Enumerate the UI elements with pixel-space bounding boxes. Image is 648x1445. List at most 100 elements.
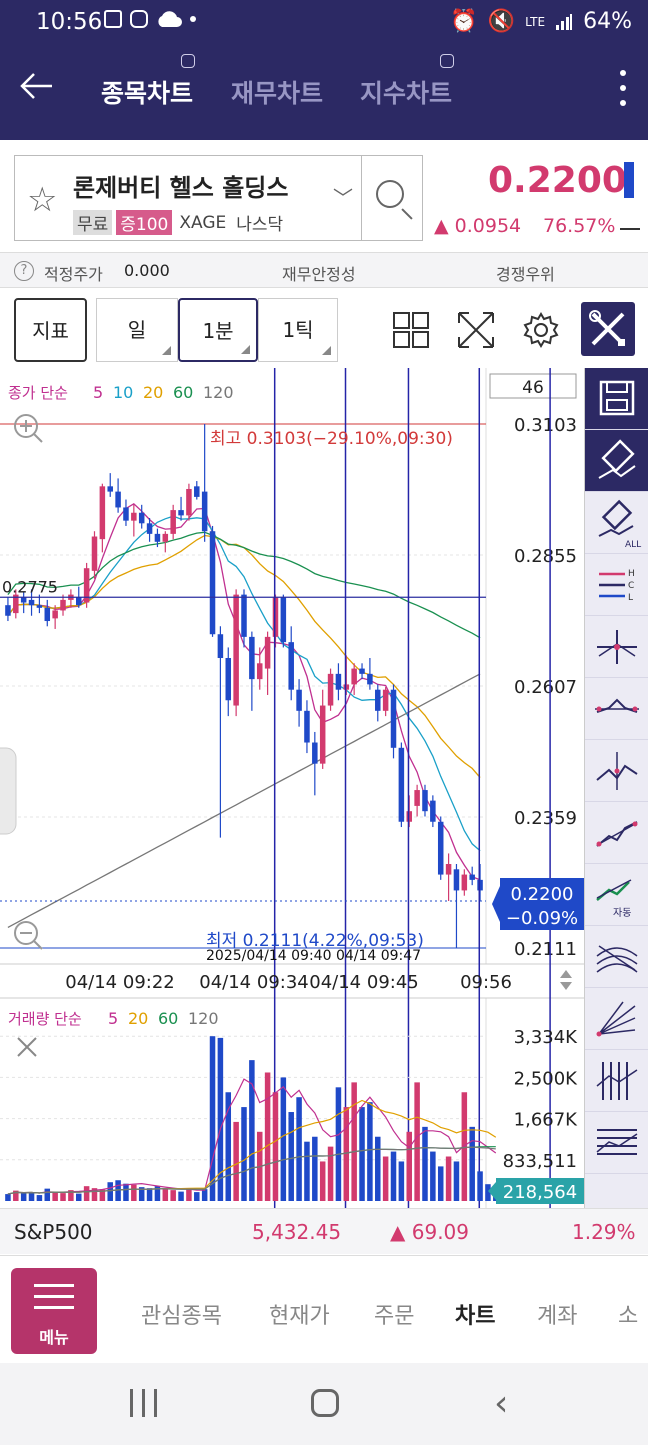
- tools-button[interactable]: [581, 302, 635, 356]
- indicator-button[interactable]: 지표: [14, 298, 87, 362]
- volume-bar: [296, 1097, 302, 1201]
- crosshair-tool-button[interactable]: [585, 616, 648, 678]
- tab-financial-chart[interactable]: 재무차트: [231, 74, 323, 110]
- candle-body: [170, 510, 176, 534]
- volume-bar: [249, 1060, 255, 1201]
- competitive-advantage-link[interactable]: 경쟁우위: [496, 261, 555, 285]
- x-axis-label: 04/14 09:22: [65, 972, 174, 993]
- recent-apps-icon[interactable]: [130, 1389, 157, 1417]
- volume-bar: [335, 1087, 342, 1201]
- price-legend-ma-10: 10: [113, 383, 133, 402]
- volume-bar: [398, 1161, 405, 1201]
- candle-body: [367, 673, 373, 685]
- bottom-navigation: 메뉴 관심종목 현재가 주문 차트 계좌 소: [0, 1255, 648, 1363]
- volume-bar: [107, 1182, 113, 1201]
- svg-text:C: C: [628, 581, 634, 591]
- search-button[interactable]: [361, 156, 423, 240]
- nav-more[interactable]: 소: [618, 1298, 638, 1330]
- status-time: 10:56: [36, 9, 103, 35]
- mute-icon: 🔇: [487, 9, 516, 34]
- overlapping-date-labels: 2025/04/14 09:40 04/14 09:47: [206, 948, 421, 964]
- count-box-value: 46: [522, 378, 544, 398]
- tab-index-chart[interactable]: 지수차트: [360, 54, 455, 110]
- search-icon: [376, 180, 404, 208]
- volume-bar: [20, 1193, 27, 1201]
- candle-body: [91, 536, 98, 571]
- vertical-line-icon: [596, 752, 638, 790]
- volume-bar: [343, 1107, 350, 1201]
- vertical-grid-tool-button[interactable]: [585, 1050, 648, 1112]
- candle-body: [398, 747, 405, 822]
- system-back-icon[interactable]: ‹: [494, 1383, 508, 1424]
- price-axis-tick: 0.2855: [514, 546, 577, 567]
- candle-body: [201, 491, 208, 532]
- candle-body: [453, 869, 460, 891]
- system-icons: ⏰ 🔇 LTE 64%: [450, 9, 632, 34]
- volume-legend-ma-60: 60: [158, 1009, 178, 1028]
- vertical-line-tool-button[interactable]: [585, 740, 648, 802]
- current-change-label: −0.09%: [506, 908, 578, 929]
- back-arrow-icon[interactable]: [16, 66, 56, 106]
- favorite-star-icon[interactable]: ☆: [27, 180, 57, 220]
- volume-bar: [194, 1192, 200, 1201]
- index-change: ▲ 69.09: [390, 1220, 470, 1244]
- hcl-line-tool-button[interactable]: HCL: [585, 554, 648, 616]
- candle-body: [131, 512, 137, 521]
- menu-button[interactable]: 메뉴: [11, 1268, 97, 1354]
- drawing-tools-panel: ALL HCL 자동: [584, 368, 648, 1208]
- nav-current-price[interactable]: 현재가: [269, 1298, 330, 1330]
- nav-account[interactable]: 계좌: [537, 1298, 577, 1330]
- info-row: ? 적정주가 0.000 재무안정성 경쟁우위: [0, 252, 648, 288]
- trendline-tool-button[interactable]: [585, 802, 648, 864]
- candle-body: [241, 594, 247, 637]
- volume-bar: [367, 1102, 373, 1201]
- candle-body: [256, 663, 263, 680]
- corner-triangle-icon: [241, 345, 250, 354]
- candle-body: [36, 605, 43, 608]
- chart-area[interactable]: 0.3103 0.2855 0.2607 0.2359 0.2111 46 종가 단순 5 10…: [0, 368, 584, 1208]
- eraser-tool-button[interactable]: [585, 430, 648, 492]
- svg-text:ALL: ALL: [625, 540, 641, 550]
- eraser-all-tool-button[interactable]: ALL: [585, 492, 648, 554]
- horizontal-grid-tool-button[interactable]: [585, 1112, 648, 1174]
- help-icon[interactable]: ?: [14, 261, 34, 281]
- period-tick-button[interactable]: 1틱: [258, 298, 338, 362]
- grid-layout-icon[interactable]: [391, 310, 431, 350]
- fan-tool-button[interactable]: [585, 988, 648, 1050]
- tab-stock-chart[interactable]: 종목차트: [101, 54, 196, 110]
- candle-body: [390, 689, 397, 748]
- nav-chart[interactable]: 차트: [455, 1298, 495, 1330]
- gallery-icon: [104, 10, 122, 28]
- volume-axis-tick: 2,500K: [514, 1068, 579, 1089]
- more-options-icon[interactable]: [620, 70, 626, 106]
- candle-body: [351, 668, 357, 685]
- period-minute-button[interactable]: 1분: [178, 298, 258, 362]
- volume-bar: [422, 1126, 428, 1201]
- save-tool-button[interactable]: [585, 368, 648, 430]
- candle-body: [375, 689, 381, 711]
- horizontal-line-tool-button[interactable]: [585, 678, 648, 740]
- financial-stability-link[interactable]: 재무안정성: [282, 261, 356, 285]
- candle-body: [107, 486, 113, 492]
- stock-selector[interactable]: ☆ 론제버티 헬스 홀딩스 ﹀ 무료 증100 XAGE 나스닥: [14, 155, 423, 241]
- period-day-button[interactable]: 일: [96, 298, 178, 362]
- price-volume-chart[interactable]: 0.3103 0.2855 0.2607 0.2359 0.2111 46 종가 단순 5 10…: [0, 368, 584, 1208]
- index-ticker-row[interactable]: S&P500 5,432.45 ▲ 69.09 1.29%: [0, 1208, 648, 1254]
- arc-tool-button[interactable]: [585, 926, 648, 988]
- candle-body: [186, 488, 192, 516]
- nav-order[interactable]: 주문: [374, 1298, 414, 1330]
- volume-bar: [469, 1126, 475, 1201]
- auto-trendline-icon: 자동: [596, 879, 631, 919]
- volume-bar: [437, 1166, 444, 1201]
- horizontal-grid-icon: [596, 1129, 638, 1155]
- candle-body: [406, 811, 412, 822]
- candle-body: [28, 599, 35, 606]
- settings-gear-icon[interactable]: [521, 310, 561, 350]
- fullscreen-icon[interactable]: [456, 310, 496, 350]
- auto-trendline-tool-button[interactable]: 자동: [585, 864, 648, 926]
- home-icon[interactable]: [311, 1389, 339, 1417]
- nav-watchlist[interactable]: 관심종목: [141, 1298, 222, 1330]
- volume-bar: [288, 1112, 294, 1201]
- chevron-down-icon[interactable]: ﹀: [333, 182, 353, 211]
- volume-legend-ma-5: 5: [108, 1009, 118, 1028]
